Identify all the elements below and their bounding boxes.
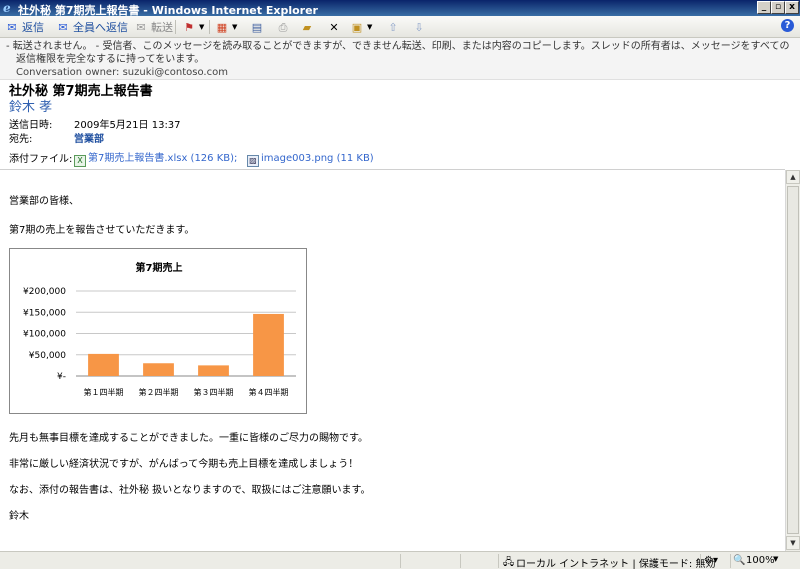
attachment-xlsx[interactable]: X 第7期売上報告書.xlsx (126 KB);: [74, 153, 241, 167]
help-icon[interactable]: ?: [781, 19, 794, 32]
previous-item-button[interactable]: ⇧: [386, 19, 400, 35]
reply-button[interactable]: ✉ 返信: [5, 19, 44, 35]
forward-button[interactable]: ✉ 転送: [134, 19, 173, 35]
body-intro: 第7期の売上を報告させていただきます。: [9, 225, 195, 236]
folder-icon: ▰: [302, 20, 312, 34]
reply-label: 返信: [22, 21, 44, 34]
to-value[interactable]: 営業部: [74, 130, 104, 145]
attachment-xlsx-link[interactable]: 第7期売上報告書.xlsx (126 KB);: [88, 153, 237, 164]
minimize-button[interactable]: _: [757, 1, 771, 14]
infobar-line-1: - 転送されません。 - 受信者、このメッセージを読み取ることができますが、でき…: [6, 41, 790, 52]
rules-button[interactable]: ▣ ▼: [350, 19, 373, 35]
dropdown-arrow-icon: ▼: [199, 23, 205, 31]
reply-all-label: 全員へ返信: [73, 21, 128, 34]
y-tick-label: ¥50,000: [29, 351, 66, 361]
toolbar-separator: [209, 20, 210, 34]
close-window-button[interactable]: x: [785, 1, 799, 14]
sales-chart: 第7期売上 ¥- ¥50,000 ¥100,000 ¥150,000 ¥200,000 第１…: [9, 248, 307, 414]
to-label: 宛先:: [9, 134, 33, 145]
body-greeting: 営業部の皆様、: [9, 196, 79, 207]
sales-chart-svg: 第7期売上 ¥- ¥50,000 ¥100,000 ¥150,000 ¥200,000 第１…: [23, 261, 296, 397]
status-divider: [460, 554, 461, 568]
attachments-list: X 第7期売上報告書.xlsx (126 KB); ▨ image003.png (…: [74, 149, 374, 167]
move-to-folder-button[interactable]: ▰: [300, 19, 314, 35]
bar: [198, 365, 229, 376]
body-paragraph-3: なお、添付の報告書は、社外秘 扱いとなりますので、取扱にはご注意願います。: [9, 485, 371, 496]
status-divider: [700, 554, 701, 568]
y-tick-label: ¥200,000: [23, 287, 66, 297]
sent-value: 2009年5月21日 13:37: [74, 120, 181, 131]
message-sender[interactable]: 鈴木 孝: [9, 96, 52, 115]
window-title-bar: e 社外秘 第7期売上報告書 - Windows Internet Explor…: [0, 0, 800, 17]
reply-all-icon: ✉: [58, 20, 68, 34]
delete-icon: ✕: [329, 20, 339, 34]
scroll-down-button[interactable]: ▼: [786, 536, 800, 550]
image-file-icon: ▨: [246, 155, 259, 167]
categorize-button[interactable]: ▦ ▼: [215, 19, 238, 35]
attachment-png-link[interactable]: image003.png (11 KB): [261, 153, 374, 164]
mail-toolbar: ✉ 返信 ✉ 全員へ返信 ✉ 転送 ⚑ ▼ ▦ ▼ ▤ ⎙ ▰ ✕ ▣ ▼ ⇧ …: [0, 16, 800, 38]
next-item-button[interactable]: ⇩: [412, 19, 426, 35]
attachments-label: 添付ファイル:: [9, 154, 73, 165]
body-paragraph-1: 先月も無事目標を達成することができました。一重に皆様のご尽力の賜物です。: [9, 433, 368, 444]
scroll-thumb[interactable]: [787, 186, 799, 534]
zoom-dropdown-icon[interactable]: ▼: [773, 555, 778, 563]
y-tick-label: ¥-: [57, 372, 66, 382]
reply-all-button[interactable]: ✉ 全員へ返信: [56, 19, 128, 35]
rights-infobar: - 転送されません。 - 受信者、このメッセージを読み取ることができますが、でき…: [0, 38, 800, 80]
body-paragraph-2: 非常に厳しい経済状況ですが、がんばって今期も売上目標を達成しましょう！: [9, 459, 359, 470]
y-tick-label: ¥150,000: [23, 308, 66, 318]
rules-icon: ▣: [351, 20, 363, 34]
forward-label: 転送: [151, 21, 173, 34]
status-divider: [400, 554, 401, 568]
body-signature: 鈴木: [9, 511, 29, 522]
dropdown-arrow-icon: ▼: [367, 23, 373, 31]
flag-icon: ⚑: [184, 20, 194, 34]
scroll-up-button[interactable]: ▲: [786, 170, 800, 184]
reply-icon: ✉: [7, 20, 17, 34]
address-book-button[interactable]: ▤: [250, 19, 264, 35]
maximize-button[interactable]: ▫: [771, 1, 785, 14]
zoom-level[interactable]: 100%: [746, 555, 775, 566]
x-tick-label: 第１四半期: [84, 387, 124, 397]
print-icon: ⎙: [278, 20, 288, 34]
conversation-owner: Conversation owner: suzuki@contoso.com: [16, 67, 228, 78]
forward-icon: ✉: [136, 20, 146, 34]
status-divider: [498, 554, 499, 568]
intranet-zone-icon: 🖧: [503, 557, 515, 568]
categories-icon: ▦: [216, 20, 228, 34]
chart-title: 第7期売上: [136, 261, 183, 274]
down-arrow-icon: ⇩: [414, 20, 424, 34]
x-tick-label: 第３四半期: [194, 387, 234, 397]
flag-button[interactable]: ⚑ ▼: [182, 19, 204, 35]
vertical-scrollbar[interactable]: ▲ ▼: [785, 170, 800, 551]
sent-label: 送信日時:: [9, 120, 53, 131]
attachment-png[interactable]: ▨ image003.png (11 KB): [246, 153, 374, 167]
bar: [143, 363, 174, 376]
address-book-icon: ▤: [251, 20, 263, 34]
print-button[interactable]: ⎙: [276, 19, 290, 35]
dropdown-arrow-icon: ▼: [232, 23, 238, 31]
ie-logo-icon: e: [3, 1, 11, 15]
bar: [88, 353, 119, 376]
status-divider: [730, 554, 731, 568]
protected-mode-icon[interactable]: ⚙▾: [704, 555, 718, 566]
infobar-line-2: 返信権限を完全なするに持ってをいます。: [16, 54, 205, 65]
toolbar-separator: [175, 20, 176, 34]
excel-file-icon: X: [74, 155, 86, 167]
up-arrow-icon: ⇧: [388, 20, 398, 34]
status-bar: 🖧 ローカル イントラネット | 保護モード: 無効 ⚙▾ 🔍 100% ▼: [0, 551, 800, 569]
y-tick-label: ¥100,000: [23, 330, 66, 340]
bar: [253, 313, 284, 376]
x-tick-label: 第２四半期: [139, 387, 179, 397]
header-divider: [0, 169, 785, 170]
security-zone-text[interactable]: ローカル イントラネット | 保護モード: 無効: [516, 555, 715, 569]
x-tick-label: 第４四半期: [249, 387, 289, 397]
delete-button[interactable]: ✕: [327, 19, 341, 35]
zoom-icon: 🔍: [733, 555, 746, 566]
